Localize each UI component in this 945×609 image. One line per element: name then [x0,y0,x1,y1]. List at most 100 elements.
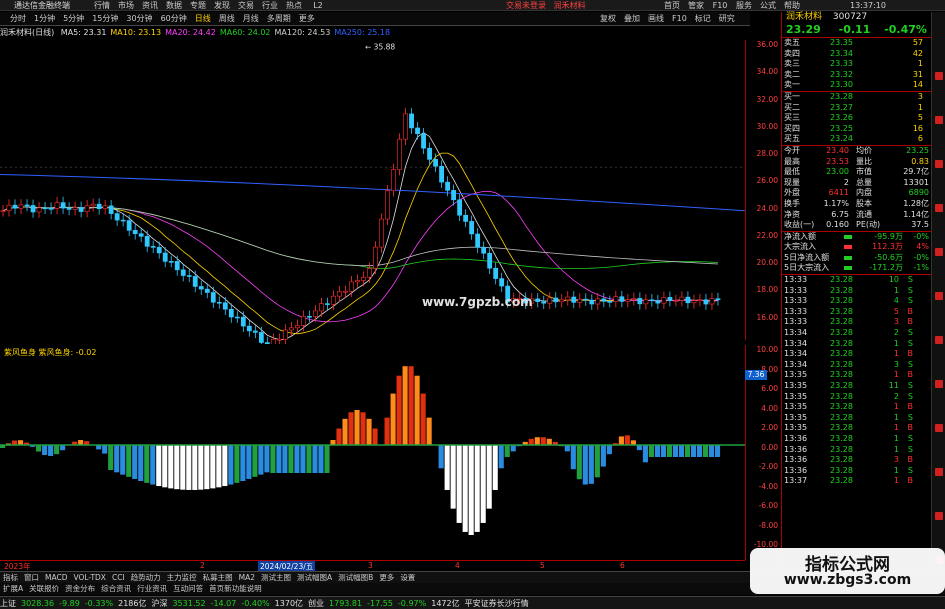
login-notice[interactable]: 交易未登录 润禾材料 [506,0,586,11]
side-toolbar[interactable] [931,12,945,571]
side-tool-icon[interactable] [935,380,943,388]
book-row[interactable]: 买五 23.24 6 [782,134,931,145]
menu-item[interactable]: 帮助 [780,0,804,11]
extension-tab[interactable]: 关联报价 [26,583,62,595]
tick-volume: 1 [893,412,899,422]
menu-item[interactable]: 服务 [732,0,756,11]
tick-price: 23.28 [830,296,853,306]
period-tab[interactable]: 1分钟 [30,12,59,26]
indicator-tab[interactable]: VOL-TDX [70,572,108,583]
menu-item[interactable]: 热点 [282,0,306,11]
tick-list[interactable]: 13:33 23.28 10 S 13:33 23.28 1 S 13:33 23.28 4 S 13:… [782,274,931,487]
extension-tab[interactable]: 资金分布 [62,583,98,595]
candle-body [607,301,613,303]
indicator-tab[interactable]: MA2 [236,572,258,583]
side-tool-icon[interactable] [935,424,943,432]
period-tab[interactable]: 多周期 [263,12,295,26]
period-tab[interactable]: 周线 [215,12,239,26]
tick-volume: 3 [893,359,899,369]
indicator-name[interactable]: 紫风鱼身 [4,348,36,357]
tick-row: 13:35 23.28 11 S [782,381,931,392]
histogram-bar [684,445,691,457]
tool-mark[interactable]: 标记 [691,12,715,26]
indicator-tab[interactable]: 主力监控 [164,572,200,583]
side-tool-icon[interactable] [935,512,943,520]
book-row[interactable]: 买四 23.25 16 [782,124,931,135]
indicator-tab[interactable]: 趋势动力 [128,572,164,583]
menu-item[interactable]: 首页 [660,0,684,11]
book-row[interactable]: 卖一 23.30 14 [782,80,931,91]
side-tool-icon[interactable] [935,116,943,124]
tool-fuquan[interactable]: 复权 [596,12,620,26]
indicator-tab[interactable]: 测试幅图A [294,572,335,583]
indicator-tab[interactable]: 更多 [376,572,397,583]
period-tab[interactable]: 更多 [295,12,319,26]
tool-f10[interactable]: F10 [668,12,691,26]
book-row[interactable]: 买二 23.27 1 [782,103,931,114]
menu-item[interactable]: 交易 [234,0,258,11]
period-tab[interactable]: 60分钟 [157,12,191,26]
indicator-tab[interactable]: 设置 [397,572,418,583]
side-tool-icon[interactable] [935,336,943,344]
indicator-chart[interactable] [0,345,745,560]
ma-legend-item: MA20: 24.42 [165,28,216,37]
extension-tab[interactable]: 扩展A [0,583,26,595]
stock-header[interactable]: 润禾材料 300727 [782,12,931,23]
side-tool-icon[interactable] [935,160,943,168]
period-tab[interactable]: 月线 [239,12,263,26]
tool-research[interactable]: 研究 [715,12,739,26]
tick-row: 13:37 23.28 1 B [782,476,931,487]
side-tool-icon[interactable] [935,72,943,80]
side-tool-icon[interactable] [935,292,943,300]
menu-item[interactable]: 管家 [684,0,708,11]
menu-item[interactable]: L2 [306,0,330,11]
extension-tab[interactable]: 综合资讯 [98,583,134,595]
indicator-tab[interactable]: 窗口 [21,572,42,583]
candle-body [715,298,721,301]
period-tab[interactable]: 5分钟 [59,12,88,26]
tool-overlay[interactable]: 叠加 [620,12,644,26]
menu-item[interactable]: 资讯 [138,0,162,11]
book-row[interactable]: 卖四 23.34 42 [782,49,931,60]
candle-body [282,329,288,340]
kline-chart[interactable]: ← 35.88← 14.50 [0,40,745,344]
period-tab[interactable]: 30分钟 [122,12,156,26]
indicator-tab[interactable]: 私募主图 [200,572,236,583]
period-tab[interactable]: 15分钟 [88,12,122,26]
extension-tab[interactable]: 行业资讯 [134,583,170,595]
menu-item[interactable]: 发现 [210,0,234,11]
menu-item[interactable]: 行业 [258,0,282,11]
indicator-tab[interactable]: 测试主图 [258,572,294,583]
menu-item[interactable]: 市场 [114,0,138,11]
indicator-tab[interactable]: MACD [42,572,70,583]
extension-tab[interactable]: 互动问答 [170,583,206,595]
tick-time: 13:34 [784,328,808,338]
book-row[interactable]: 卖二 23.32 31 [782,70,931,81]
stat-label: 内盘 [856,188,872,198]
book-row[interactable]: 卖三 23.33 1 [782,59,931,70]
side-tool-icon[interactable] [935,204,943,212]
tool-draw[interactable]: 画线 [644,12,668,26]
book-row[interactable]: 买一 23.28 3 [782,92,931,103]
indicator-tab[interactable]: CCI [109,572,128,583]
candle-body [661,297,667,304]
extension-tab[interactable]: 首页新功能说明 [206,583,265,595]
book-row[interactable]: 卖五 23.35 57 [782,38,931,49]
indicator-tab[interactable]: 测试幅图B [335,572,376,583]
side-tool-icon[interactable] [935,468,943,476]
menu-item[interactable]: 专题 [186,0,210,11]
indicator-value: 紫风鱼身: -0.02 [38,348,97,357]
candle-body [288,327,294,331]
side-tool-icon[interactable] [935,248,943,256]
candle-body [571,296,577,303]
menu-item[interactable]: F10 [708,0,732,11]
indicator-tab[interactable]: 指标 [0,572,21,583]
menu-item[interactable]: 数据 [162,0,186,11]
stat-value: 0.160 [826,220,849,230]
book-row[interactable]: 买三 23.26 5 [782,113,931,124]
menu-item[interactable]: 行情 [90,0,114,11]
candle-body [331,295,336,305]
period-tab[interactable]: 分时 [6,12,30,26]
menu-item[interactable]: 公式 [756,0,780,11]
period-tab[interactable]: 日线 [191,12,215,26]
